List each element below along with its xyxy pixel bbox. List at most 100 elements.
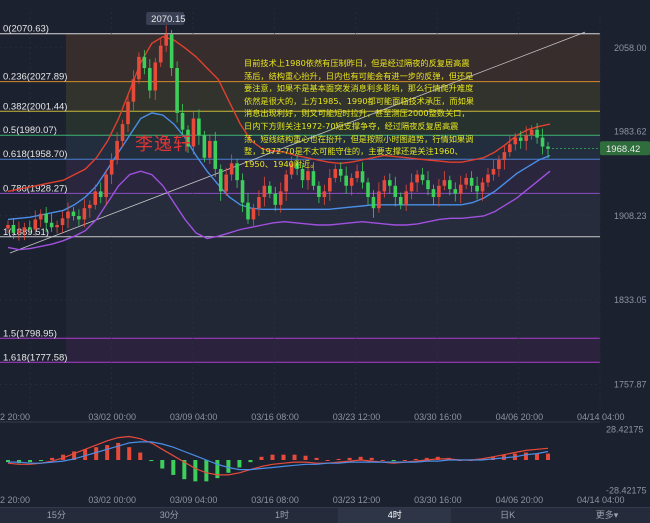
tab-4h[interactable]: 4时 bbox=[338, 508, 452, 523]
time-tick-label: 04/06 20:00 bbox=[496, 412, 544, 422]
candle-body bbox=[98, 191, 103, 197]
macd-tick-label: 28.42175 bbox=[606, 425, 644, 435]
candle-body bbox=[6, 225, 10, 229]
candle-body bbox=[322, 191, 327, 197]
candle-body bbox=[377, 191, 381, 209]
fib-zone bbox=[66, 236, 600, 339]
macd-histogram-bar bbox=[94, 447, 99, 460]
candle-body bbox=[71, 211, 76, 217]
candle-body bbox=[246, 202, 250, 220]
candle-body bbox=[349, 177, 354, 186]
candle-body bbox=[458, 184, 463, 194]
candle-body bbox=[93, 191, 98, 205]
macd-histogram-bar bbox=[105, 445, 110, 460]
candle-body bbox=[437, 185, 441, 197]
candle-body bbox=[431, 189, 436, 197]
fib-level-label: 1.618(1777.58) bbox=[3, 352, 67, 363]
candle-body bbox=[202, 135, 207, 158]
candle-body bbox=[491, 168, 496, 175]
macd-time-tick-label: 03/02 00:00 bbox=[88, 495, 136, 505]
macd-tick-label: -28.42175 bbox=[606, 485, 647, 495]
macd-histogram-bar bbox=[523, 452, 528, 460]
tab-15m[interactable]: 15分 bbox=[0, 508, 113, 523]
fib-level-label: 0.618(1958.70) bbox=[3, 149, 67, 160]
candle-body bbox=[229, 163, 234, 175]
candle-body bbox=[175, 68, 179, 113]
candle-body bbox=[497, 159, 501, 169]
time-tick-label: 2 20:00 bbox=[0, 412, 30, 422]
time-tick-label: 03/30 16:00 bbox=[414, 412, 462, 422]
candle-body bbox=[164, 34, 168, 46]
price-tick-label: 1833.05 bbox=[614, 295, 647, 305]
macd-histogram-bar bbox=[402, 460, 407, 461]
candle-body bbox=[420, 174, 425, 181]
candle-body bbox=[393, 185, 398, 197]
macd-time-tick-label: 03/16 08:00 bbox=[251, 495, 299, 505]
macd-histogram-bar bbox=[138, 452, 143, 460]
macd-histogram-bar bbox=[160, 460, 165, 469]
candle-body bbox=[77, 216, 81, 220]
price-tick-label: 1983.62 bbox=[614, 126, 647, 136]
candle-body bbox=[415, 174, 419, 183]
macd-histogram-bar bbox=[193, 460, 198, 482]
candle-body bbox=[208, 140, 212, 158]
time-tick-label: 03/23 12:00 bbox=[333, 412, 381, 422]
macd-histogram-bar bbox=[127, 447, 132, 460]
candle-body bbox=[169, 34, 174, 69]
fib-level-label: 0.5(1980.07) bbox=[3, 125, 57, 136]
candle-body bbox=[355, 171, 359, 178]
candle-body bbox=[382, 180, 387, 192]
tab-more[interactable]: 更多▾ bbox=[564, 508, 650, 523]
macd-time-tick-label: 04/14 04:00 bbox=[577, 495, 625, 505]
candle-body bbox=[109, 159, 114, 175]
candle-body bbox=[475, 185, 479, 192]
macd-histogram-bar bbox=[546, 453, 550, 460]
candle-body bbox=[148, 68, 152, 91]
candle-body bbox=[180, 112, 185, 130]
candle-body bbox=[404, 191, 408, 205]
candle-body bbox=[197, 118, 201, 136]
price-tick-label: 1908.23 bbox=[614, 211, 647, 221]
candle-body bbox=[191, 118, 196, 147]
analysis-annotation: 目前技术上1980依然有压制昨日，但是经过隔夜的反复居高震荡后，结构重心抬升，日… bbox=[244, 58, 474, 169]
author-watermark: 李逸轩 bbox=[135, 134, 192, 155]
candle-body bbox=[513, 137, 518, 145]
current-price-value: 1968.42 bbox=[606, 144, 640, 155]
candle-body bbox=[11, 225, 16, 233]
tab-30m[interactable]: 30分 bbox=[113, 508, 226, 523]
candle-body bbox=[366, 182, 370, 197]
candle-body bbox=[306, 171, 310, 181]
candle-body bbox=[213, 140, 218, 169]
price-tick-label: 1757.87 bbox=[614, 379, 647, 389]
candle-body bbox=[426, 180, 430, 190]
candle-body bbox=[278, 191, 283, 205]
macd-histogram-bar bbox=[50, 457, 55, 460]
macd-histogram-bar bbox=[314, 457, 319, 460]
candle-body bbox=[360, 171, 365, 183]
time-tick-label: 03/16 08:00 bbox=[251, 412, 299, 422]
candle-body bbox=[388, 180, 392, 186]
macd-time-tick-label: 04/06 20:00 bbox=[496, 495, 544, 505]
candle-body bbox=[311, 171, 316, 186]
macd-time-tick-label: 2 20:00 bbox=[0, 495, 30, 505]
candle-body bbox=[469, 177, 474, 186]
timeframe-tabs: 15分 30分 1时 4时 日K 更多▾ bbox=[0, 507, 650, 523]
tab-1h[interactable]: 1时 bbox=[226, 508, 339, 523]
macd-histogram-bar bbox=[226, 460, 231, 473]
tab-daily[interactable]: 日K bbox=[451, 508, 564, 523]
candle-body bbox=[137, 56, 141, 80]
candle-body bbox=[55, 225, 59, 228]
candle-body bbox=[22, 227, 27, 231]
candle-body bbox=[49, 222, 54, 228]
candle-body bbox=[273, 193, 278, 205]
candle-body bbox=[28, 227, 32, 230]
macd-histogram-bar bbox=[292, 454, 297, 460]
candle-body bbox=[33, 219, 38, 230]
candle-body bbox=[235, 163, 239, 181]
candle-body bbox=[44, 213, 48, 223]
candle-body bbox=[409, 182, 414, 192]
macd-histogram-bar bbox=[347, 457, 352, 460]
candle-body bbox=[442, 180, 447, 186]
candle-body bbox=[142, 56, 147, 69]
macd-histogram-bar bbox=[248, 460, 253, 463]
